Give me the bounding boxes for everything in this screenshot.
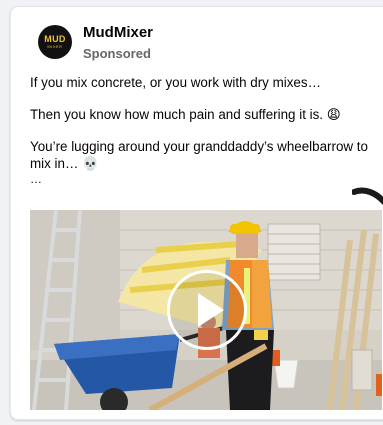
logo-text-mixer: MIXER: [47, 44, 63, 49]
post-text-line-2: Then you know how much pain and sufferin…: [30, 107, 341, 122]
video-player[interactable]: [30, 210, 382, 410]
mudmixer-logo-avatar[interactable]: MUD MIXER: [38, 25, 72, 59]
sponsored-label: Sponsored: [83, 46, 151, 61]
logo-text-mud: MUD: [44, 34, 66, 44]
post-text: If you mix concrete, or you work with dr…: [30, 74, 370, 185]
see-more-ellipsis[interactable]: …: [30, 173, 370, 185]
post-text-line-1: If you mix concrete, or you work with dr…: [30, 75, 321, 90]
play-button[interactable]: [167, 270, 247, 350]
play-icon: [198, 293, 224, 327]
post-header: MUD MIXER MudMixer Sponsored: [38, 19, 378, 63]
page-name-link[interactable]: MudMixer: [83, 24, 153, 41]
post-text-line-3: You’re lugging around your granddaddy’s …: [30, 139, 368, 171]
